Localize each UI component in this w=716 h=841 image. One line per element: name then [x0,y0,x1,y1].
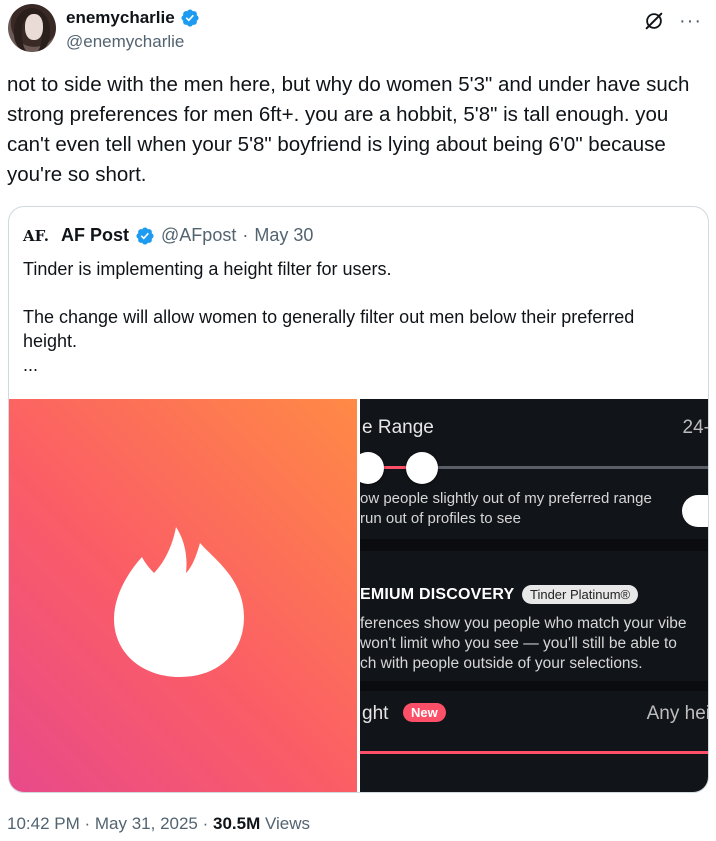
quoted-verified-badge-icon [136,226,154,245]
avatar[interactable] [8,4,56,52]
quoted-tweet[interactable]: AF. AF Post @AFpost · May 30 Tinder is i… [8,206,709,793]
views-label: Views [260,814,311,833]
any-height-value: Any hei [646,703,709,724]
more-options-icon[interactable]: ··· [679,11,702,31]
grok-icon[interactable] [643,10,665,32]
author-handle[interactable]: @enemycharlie [66,32,184,52]
tweet-header: enemycharlie @enemycharlie ··· [8,4,708,56]
author-name-row: enemycharlie [66,8,200,28]
quoted-author-name[interactable]: AF Post [61,225,129,246]
preferred-range-text: ow people slightly out of my preferred r… [360,490,652,527]
section-divider-2 [360,681,708,691]
quoted-media[interactable]: e Range 24- ow people slightly out of my… [9,399,709,792]
new-badge: New [403,703,446,722]
quoted-separator-dot: · [242,225,249,245]
tinder-platinum-badge: Tinder Platinum® [522,585,639,604]
quoted-author-handle[interactable]: @AFpost [161,225,236,246]
quoted-tweet-text: Tinder is implementing a height filter f… [23,259,635,375]
age-range-label: e Range [362,417,434,438]
author-display-name[interactable]: enemycharlie [66,8,175,28]
views-count: 30.5M [213,814,261,833]
premium-discovery-label: EMIUM DISCOVERY [360,586,515,603]
preferred-range-toggle [682,495,708,527]
height-label: ght [362,703,389,724]
age-range-value: 24- [682,417,709,438]
premium-description: ferences show you people who match your … [360,615,687,672]
media-image-tinder-logo[interactable] [9,399,357,792]
header-actions: ··· [643,10,702,32]
quoted-author-logo: AF. [23,226,50,245]
section-divider [360,539,708,551]
avatar-face [25,14,43,40]
height-slider-track [360,751,708,754]
media-image-settings-screenshot[interactable]: e Range 24- ow people slightly out of my… [360,399,709,792]
quoted-tweet-header: AF. AF Post @AFpost · May 30 [23,225,313,246]
age-slider-max-knob [406,452,438,484]
tinder-flame-icon [114,527,244,677]
tweet-timestamp[interactable]: 10:42 PM · May 31, 2025 · [7,814,213,833]
tweet-footer: 10:42 PM · May 31, 2025 · 30.5M Views [7,814,310,834]
tweet-text: not to side with the men here, but why d… [7,73,696,186]
verified-badge-icon [181,9,199,27]
age-slider-min-knob [360,452,384,484]
quoted-date[interactable]: May 30 [254,225,313,246]
